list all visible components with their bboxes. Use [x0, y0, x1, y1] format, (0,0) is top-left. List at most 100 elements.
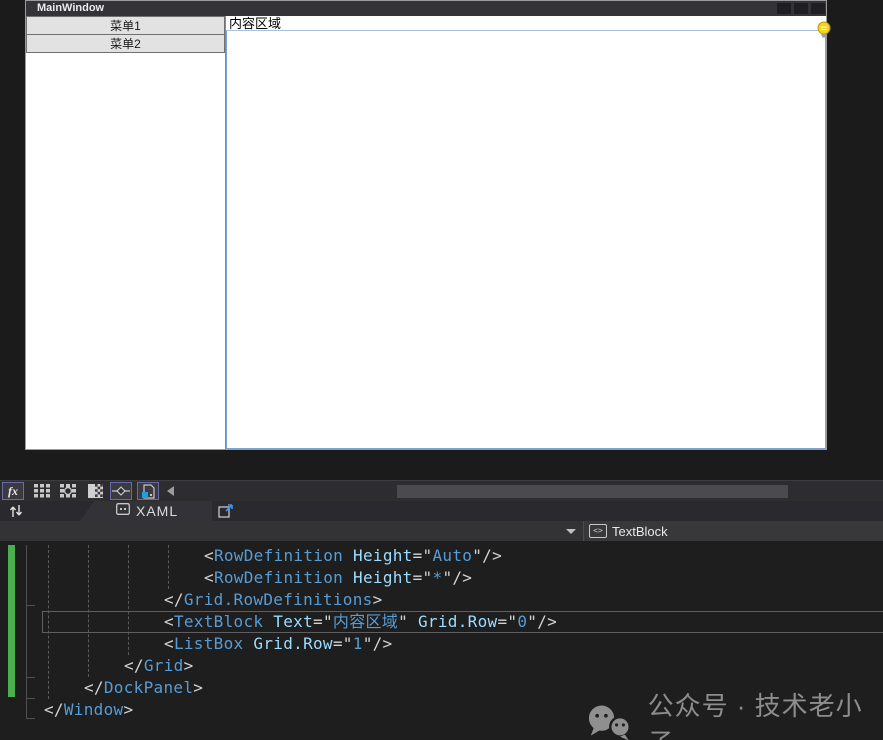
code-token: " [472, 546, 482, 565]
code-token: > [123, 700, 133, 719]
code-token: RowDefinition [214, 546, 343, 565]
lightbulb-icon[interactable] [816, 21, 832, 39]
code-token: > [373, 590, 383, 609]
code-token: RowDefinition [214, 568, 343, 587]
code-token: > [193, 678, 203, 697]
code-token: < [164, 612, 174, 631]
designer-xaml-splitter-bar: XAML [0, 501, 883, 521]
code-token: /> [373, 634, 393, 653]
code-token: /> [482, 546, 502, 565]
fx-icon: fx [8, 484, 18, 499]
minimize-button-placeholder[interactable] [777, 3, 791, 14]
snap-to-snaplines-toggle[interactable] [110, 482, 132, 500]
collapse-toolbar-button[interactable] [163, 482, 177, 500]
code-token: Grid.Row [418, 612, 497, 631]
snap-to-gridlines-toggle[interactable] [137, 482, 159, 500]
element-breadcrumb[interactable]: <> TextBlock [583, 521, 883, 541]
code-token: =" [333, 634, 353, 653]
code-token: < [164, 634, 174, 653]
code-token: =" [413, 546, 433, 565]
code-line[interactable]: <ListBox Grid.Row="1"/> [0, 633, 883, 655]
snapline-icon [112, 485, 130, 497]
swap-arrows-icon [9, 504, 23, 518]
checkerboard-icon [88, 484, 103, 498]
code-token: Grid.RowDefinitions [184, 590, 373, 609]
watermark-text: 公众号 · 技术老小子 [648, 686, 883, 740]
code-token: < [204, 568, 214, 587]
toggle-artboard-background[interactable] [84, 482, 106, 500]
preview-window-title: MainWindow [26, 1, 104, 16]
code-token [243, 634, 253, 653]
code-token: =" [313, 612, 333, 631]
breadcrumb-element-name: TextBlock [612, 524, 668, 539]
show-effects-toggle[interactable]: fx [2, 482, 24, 500]
preview-titlebar: MainWindow [26, 1, 826, 16]
preview-window-controls [777, 3, 826, 14]
code-token: </ [164, 590, 184, 609]
code-token: </ [44, 700, 64, 719]
snap-grid-icon [60, 484, 76, 498]
xaml-document-icon [116, 502, 130, 520]
designer-horizontal-scrollbar-thumb[interactable] [397, 485, 788, 498]
gridline-document-icon [141, 484, 156, 499]
code-token: Grid [144, 656, 184, 675]
code-line[interactable]: </Grid.RowDefinitions> [0, 589, 883, 611]
designer-toolbar: fx [0, 480, 883, 501]
code-token: " [398, 612, 408, 631]
wechat-icon [585, 703, 636, 740]
swap-panes-button[interactable] [5, 503, 27, 519]
code-line[interactable]: <RowDefinition Height="Auto"/> [0, 545, 883, 567]
preview-menu-listbox[interactable]: 菜单1 菜单2 [26, 16, 226, 449]
code-token: =" [413, 568, 433, 587]
code-token: </ [124, 656, 144, 675]
xaml-editor-header-bar: <> TextBlock [0, 521, 883, 541]
code-token [263, 612, 273, 631]
code-token [343, 568, 353, 587]
menu-item-1-button[interactable]: 菜单1 [26, 16, 225, 35]
watermark: 公众号 · 技术老小子 [585, 686, 883, 740]
code-token [408, 612, 418, 631]
code-token: > [184, 656, 194, 675]
code-token: " [363, 634, 373, 653]
code-token: Height [353, 546, 413, 565]
code-token: 1 [353, 634, 363, 653]
code-token: /> [537, 612, 557, 631]
selection-adorner[interactable] [226, 30, 826, 449]
xml-tag-icon: <> [589, 524, 607, 538]
code-line[interactable]: </Grid> [0, 655, 883, 677]
code-token: Auto [433, 546, 473, 565]
code-token: * [433, 568, 443, 587]
code-token: " [442, 568, 452, 587]
vs-xaml-designer-screen: MainWindow 菜单1 菜单2 内容区域 fx [0, 0, 883, 740]
code-token: =" [497, 612, 517, 631]
maximize-button-placeholder[interactable] [794, 3, 808, 14]
code-token: </ [84, 678, 104, 697]
left-triangle-icon [167, 486, 174, 496]
code-token: Grid.Row [253, 634, 332, 653]
code-line[interactable]: <RowDefinition Height="*"/> [0, 567, 883, 589]
popout-window-icon [218, 504, 234, 518]
code-token [343, 546, 353, 565]
code-token: /> [452, 568, 472, 587]
menu-item-2-button[interactable]: 菜单2 [26, 34, 225, 53]
code-token: ListBox [174, 634, 244, 653]
code-token: 内容区域 [333, 612, 398, 631]
code-token: Window [64, 700, 124, 719]
close-button-placeholder[interactable] [811, 3, 825, 14]
popout-editor-button[interactable] [216, 503, 236, 519]
code-line[interactable]: <TextBlock Text="内容区域" Grid.Row="0"/> [0, 611, 883, 633]
grid-icon [34, 484, 50, 498]
code-token: DockPanel [104, 678, 193, 697]
snap-to-grid-toggle[interactable] [57, 482, 79, 500]
tab-xaml[interactable]: XAML [80, 501, 212, 521]
breadcrumb-dropdown-icon[interactable] [566, 529, 576, 534]
code-token: TextBlock [174, 612, 263, 631]
code-token: Height [353, 568, 413, 587]
show-grid-toggle[interactable] [31, 482, 53, 500]
code-token: < [204, 546, 214, 565]
xaml-tab-label: XAML [136, 503, 178, 519]
code-token: 0 [517, 612, 527, 631]
code-token: " [527, 612, 537, 631]
preview-textblock-label[interactable]: 内容区域 [229, 16, 281, 31]
code-token: Text [273, 612, 313, 631]
